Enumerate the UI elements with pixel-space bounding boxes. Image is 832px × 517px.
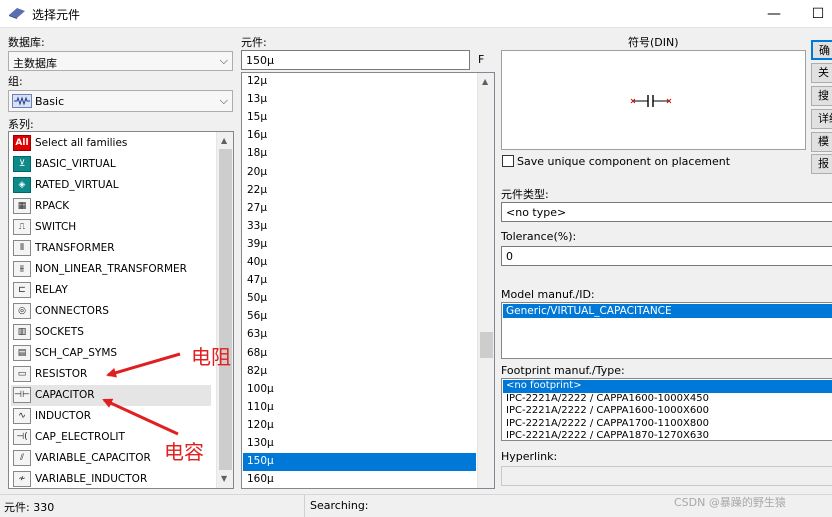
capacitor-annotation: 电容 bbox=[164, 440, 204, 464]
resistor-annotation: 电阻 bbox=[191, 345, 231, 369]
resistor-arrow bbox=[106, 352, 181, 378]
annotation-arrows bbox=[102, 352, 181, 436]
capacitor-arrow bbox=[102, 398, 179, 436]
